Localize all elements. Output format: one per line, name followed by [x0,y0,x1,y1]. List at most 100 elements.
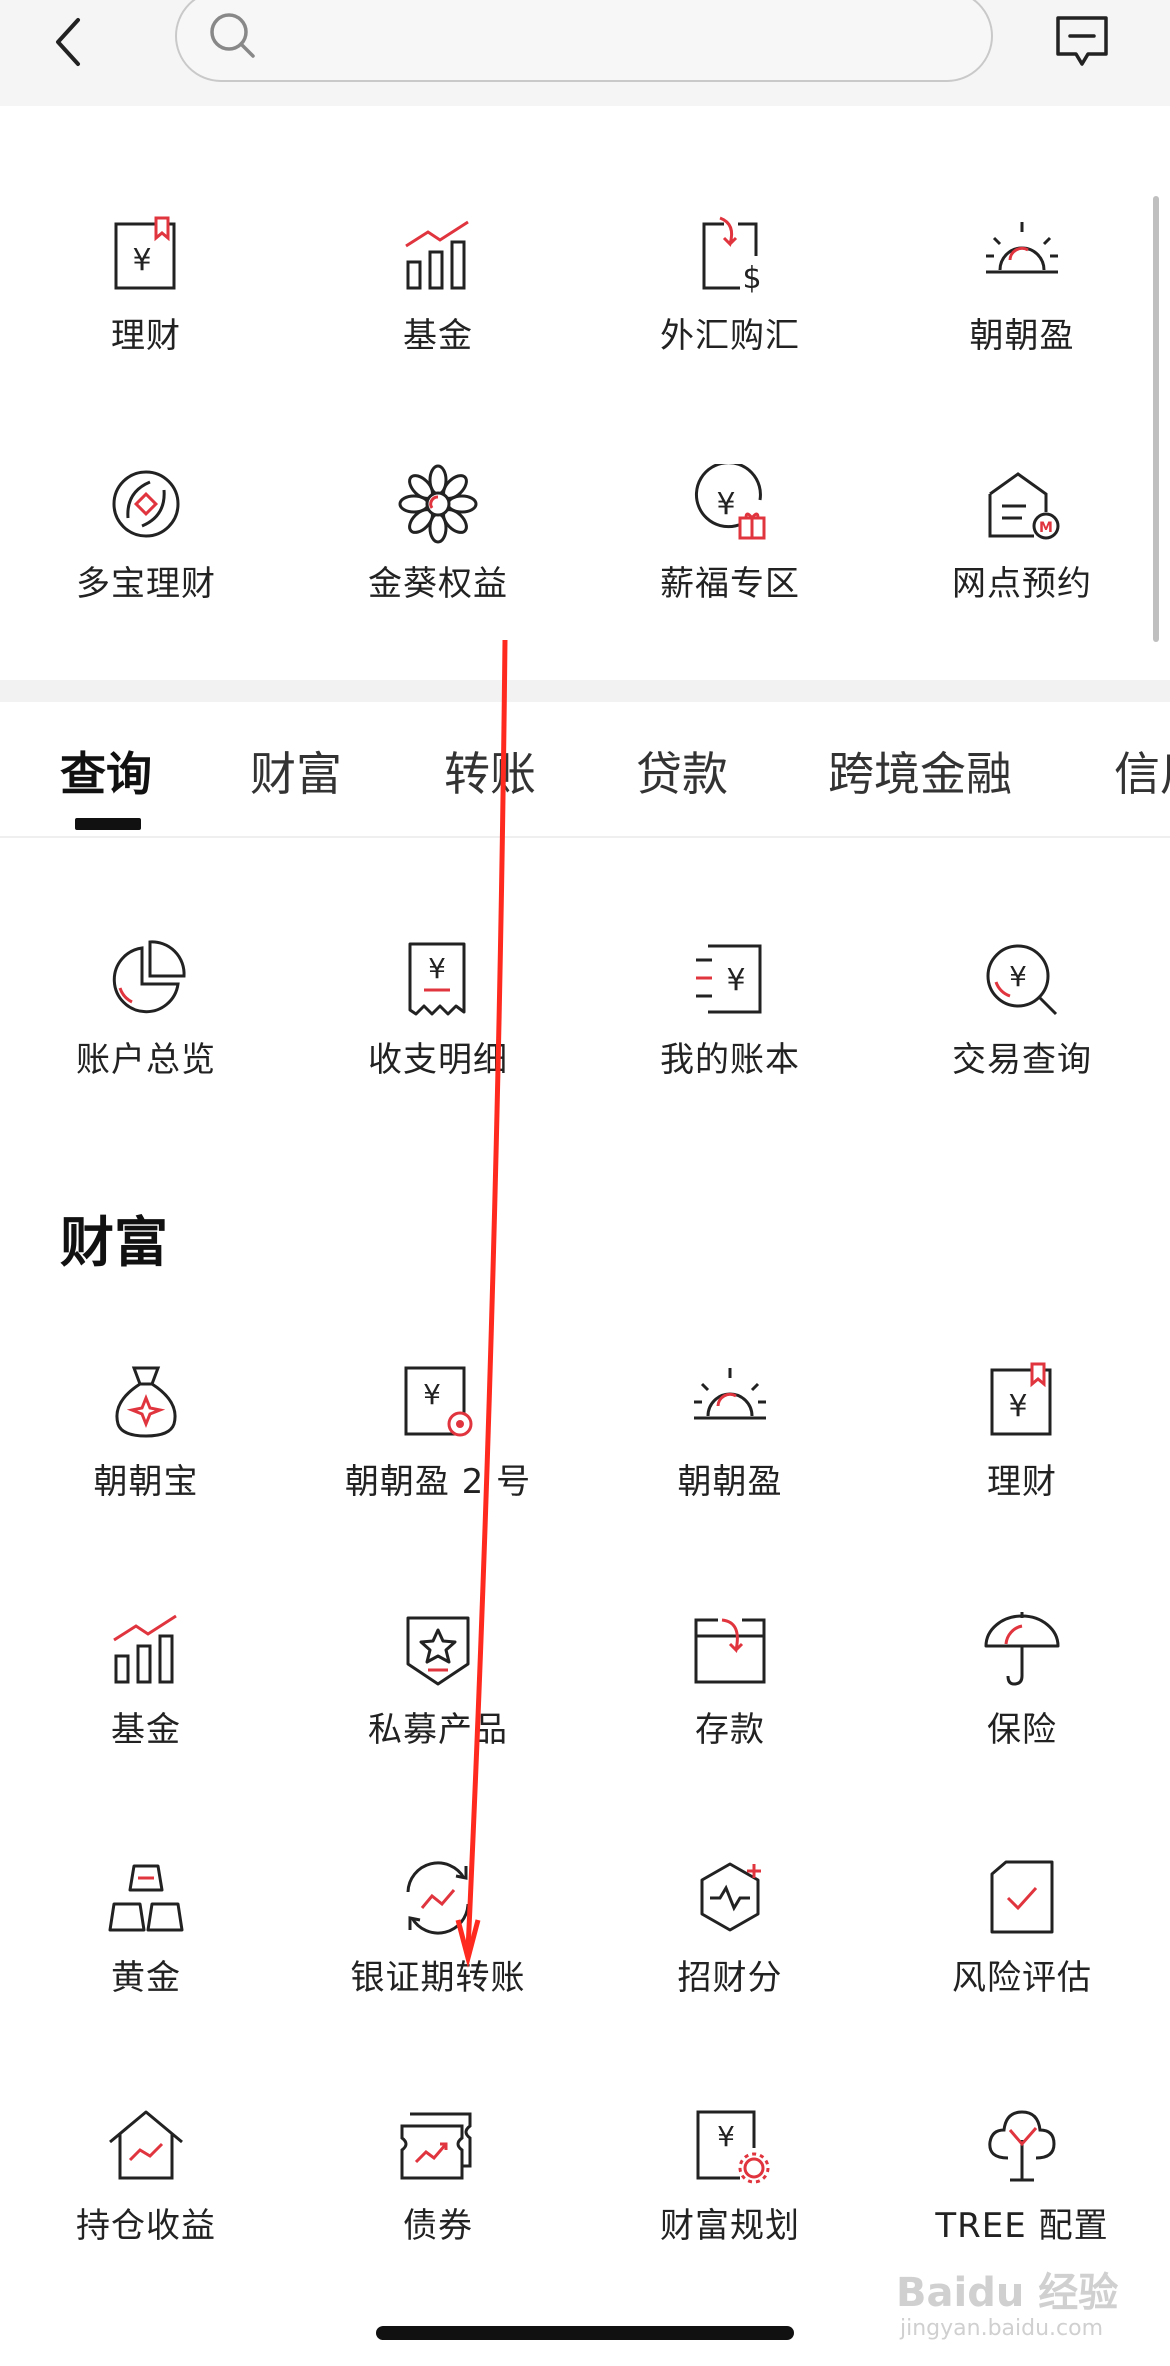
wealth-item-label: 基金 [111,1710,181,1750]
wealth-item-label: 债券 [403,2206,473,2246]
gold-bars-icon [108,1864,184,1932]
query-item-ledger[interactable]: ¥ 我的账本 [584,940,876,1130]
bond-icon [400,2112,472,2180]
quick-item-licai[interactable]: ¥ 理财 [0,216,292,406]
wealth-item-zhaozhaobao[interactable]: 朝朝宝 [0,1362,292,1552]
risk-check-icon [990,1860,1054,1934]
search-yuan-icon: ¥ [986,944,1058,1016]
quick-item-zhaozhaoying[interactable]: 朝朝盈 [876,216,1168,406]
category-tabs: 查询 财富 转账 贷款 跨境金融 信用 [0,702,1170,838]
sunrise-icon [986,222,1058,274]
wealth-item-deposit[interactable]: 存款 [584,1610,876,1800]
quick-item-label: 基金 [403,316,473,356]
watermark-logo: Baidu 经验 [896,2270,1119,2316]
hexagon-score-icon [700,1862,761,1932]
planning-gear-icon: ¥ [696,2110,770,2184]
quick-item-label: 薪福专区 [660,564,800,604]
forex-icon: $ [702,216,762,296]
wealth-item-zhaozhaoying[interactable]: 朝朝盈 [584,1362,876,1552]
wealth-item-gold[interactable]: 黄金 [0,1858,292,2048]
back-button[interactable] [48,14,98,70]
svg-text:¥: ¥ [1008,1389,1027,1424]
tab-cross-border[interactable]: 跨境金融 [828,738,1012,804]
quick-item-label: 外汇购汇 [660,316,800,356]
wealth-item-licai[interactable]: ¥ 理财 [876,1362,1168,1552]
wealth-item-bond[interactable]: 债券 [292,2106,584,2296]
search-input[interactable] [175,0,993,82]
doc-target-icon: ¥ [404,1366,473,1437]
svg-text:¥: ¥ [423,1378,441,1411]
quick-item-label: 朝朝盈 [969,316,1075,356]
quick-item-jinkui[interactable]: 金葵权益 [292,464,584,654]
wealth-item-label: 理财 [987,1462,1057,1502]
scrollbar[interactable] [1153,196,1159,642]
umbrella-icon [984,1612,1060,1686]
star-shield-icon [406,1616,470,1686]
wealth-item-label: 朝朝盈 2 号 [344,1462,532,1502]
wealth-item-risk[interactable]: 风险评估 [876,1858,1168,2048]
query-item-label: 账户总览 [76,1040,216,1080]
wealth-item-label: 招财分 [677,1958,783,1998]
tab-transfer[interactable]: 转账 [444,738,536,804]
wealth-item-label: 黄金 [111,1958,181,1998]
quick-item-label: 多宝理财 [76,564,216,604]
active-tab-indicator [75,818,141,830]
house-chart-icon [109,2110,183,2180]
wealth-item-label: 财富规划 [660,2206,800,2246]
tab-query[interactable]: 查询 [60,738,152,804]
wealth-item-securities-transfer[interactable]: 银证期转账 [292,1858,584,2048]
wealth-item-private[interactable]: 私募产品 [292,1610,584,1800]
deposit-icon [694,1618,766,1684]
wealth-item-label: 存款 [695,1710,765,1750]
section-divider [0,680,1170,702]
quick-item-label: 理财 [111,316,181,356]
wealth-item-label: 私募产品 [368,1710,508,1750]
ledger-icon: ¥ [696,944,762,1014]
section-title-wealth: 财富 [60,1211,168,1274]
query-item-label: 交易查询 [952,1040,1092,1080]
quick-item-duobao[interactable]: 多宝理财 [0,464,292,654]
wealth-item-score[interactable]: 招财分 [584,1858,876,2048]
message-icon [1056,16,1108,66]
fund-chart-icon [113,1614,177,1684]
tab-loan[interactable]: 贷款 [636,738,728,804]
wealth-item-planning[interactable]: ¥ 财富规划 [584,2106,876,2296]
wealth-item-zhaozhaoying2[interactable]: ¥ 朝朝盈 2 号 [292,1362,584,1552]
sunflower-icon [398,464,478,544]
quick-item-fund[interactable]: 基金 [292,216,584,406]
query-item-details[interactable]: ¥ 收支明细 [292,940,584,1130]
svg-text:¥: ¥ [717,2120,735,2153]
wealth-item-label: 朝朝盈 [677,1462,783,1502]
message-button[interactable] [1054,14,1110,70]
quick-item-branch[interactable]: M 网点预约 [876,464,1168,654]
salary-gift-icon: ¥ [694,464,766,540]
svg-text:¥: ¥ [1009,960,1027,993]
wealth-item-label: TREE 配置 [935,2206,1109,2246]
quick-access-grid: ¥ 理财 基金 $ 外汇购汇 朝朝盈 多宝理财 金葵权益 ¥ 薪福专区 M 网点… [0,106,1170,680]
wealth-item-insurance[interactable]: 保险 [876,1610,1168,1800]
receipt-icon: ¥ [408,942,466,1016]
svg-text:¥: ¥ [726,963,745,998]
quick-item-label: 网点预约 [952,564,1092,604]
tab-wealth[interactable]: 财富 [250,738,342,804]
wealth-item-label: 保险 [987,1710,1057,1750]
wealth-item-label: 风险评估 [952,1958,1092,1998]
quick-item-xinfu[interactable]: ¥ 薪福专区 [584,464,876,654]
wealth-item-holdings[interactable]: 持仓收益 [0,2106,292,2296]
svg-text:$: $ [742,261,761,296]
query-item-overview[interactable]: 账户总览 [0,940,292,1130]
duobao-icon [112,470,180,538]
search-icon [210,13,255,58]
tab-credit[interactable]: 信用 [1114,738,1170,804]
quick-item-forex[interactable]: $ 外汇购汇 [584,216,876,406]
wealth-item-fund[interactable]: 基金 [0,1610,292,1800]
tree-icon [988,2110,1056,2182]
svg-text:¥: ¥ [132,243,151,278]
query-item-label: 收支明细 [368,1040,508,1080]
wealth-doc-icon: ¥ [990,1362,1052,1436]
home-indicator[interactable] [376,2326,794,2340]
query-item-transactions[interactable]: ¥ 交易查询 [876,940,1168,1130]
wealth-item-label: 持仓收益 [76,2206,216,2246]
svg-text:¥: ¥ [428,952,446,985]
transfer-cycle-icon [406,1861,470,1935]
